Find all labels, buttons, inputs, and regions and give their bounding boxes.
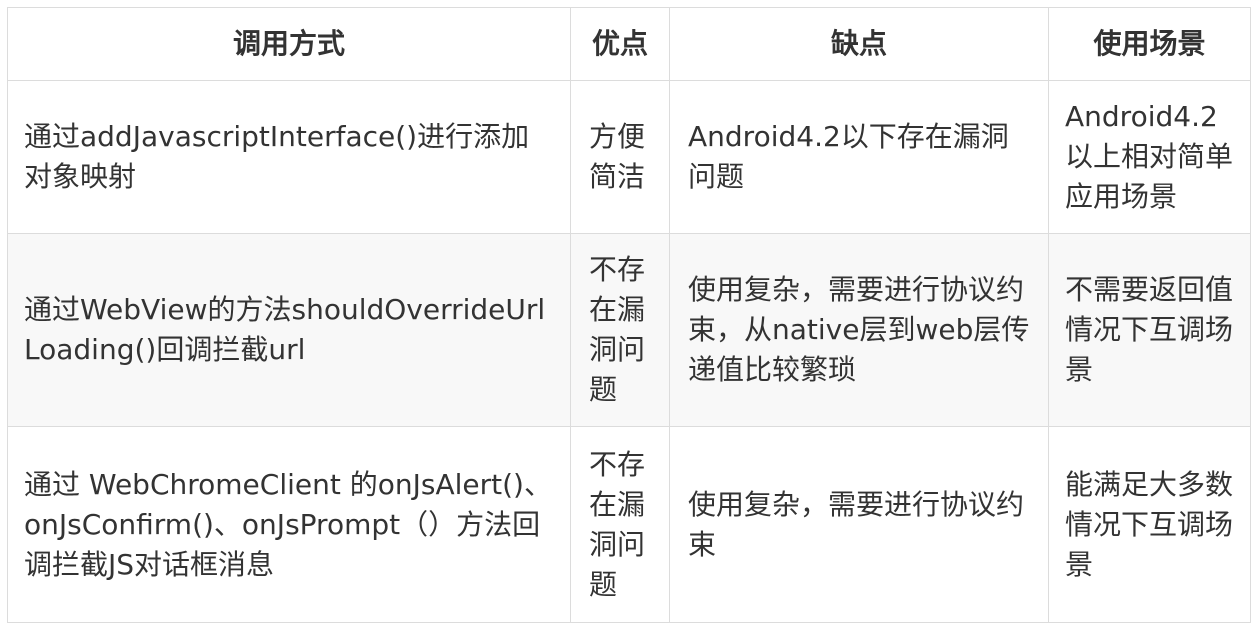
scenario-cell: 不需要返回值情况下互调场景 xyxy=(1048,233,1251,427)
pros-cell: 不存在漏洞问题 xyxy=(570,233,670,427)
pros-cell: 方便简洁 xyxy=(570,80,670,234)
cons-cell: 使用复杂，需要进行协议约束 xyxy=(669,426,1049,623)
comparison-table: 调用方式 优点 缺点 使用场景 通过addJavascriptInterface… xyxy=(7,7,1251,623)
header-method: 调用方式 xyxy=(7,7,571,81)
method-cell: 通过addJavascriptInterface()进行添加对象映射 xyxy=(7,80,571,234)
table-row: 通过addJavascriptInterface()进行添加对象映射 方便简洁 … xyxy=(7,80,1251,234)
header-row: 调用方式 优点 缺点 使用场景 xyxy=(7,7,1251,81)
method-cell: 通过 WebChromeClient 的onJsAlert()、onJsConf… xyxy=(7,426,571,623)
header-cons: 缺点 xyxy=(669,7,1049,81)
table-row: 通过 WebChromeClient 的onJsAlert()、onJsConf… xyxy=(7,426,1251,623)
header-pros: 优点 xyxy=(570,7,670,81)
table-header: 调用方式 优点 缺点 使用场景 xyxy=(7,7,1251,81)
method-cell: 通过WebView的方法shouldOverrideUrlLoading()回调… xyxy=(7,233,571,427)
pros-cell: 不存在漏洞问题 xyxy=(570,426,670,623)
header-scenario: 使用场景 xyxy=(1048,7,1251,81)
table-body: 通过addJavascriptInterface()进行添加对象映射 方便简洁 … xyxy=(7,80,1251,623)
table-row: 通过WebView的方法shouldOverrideUrlLoading()回调… xyxy=(7,233,1251,427)
scenario-cell: 能满足大多数情况下互调场景 xyxy=(1048,426,1251,623)
cons-cell: Android4.2以下存在漏洞问题 xyxy=(669,80,1049,234)
scenario-cell: Android4.2以上相对简单应用场景 xyxy=(1048,80,1251,234)
cons-cell: 使用复杂，需要进行协议约束，从native层到web层传递值比较繁琐 xyxy=(669,233,1049,427)
